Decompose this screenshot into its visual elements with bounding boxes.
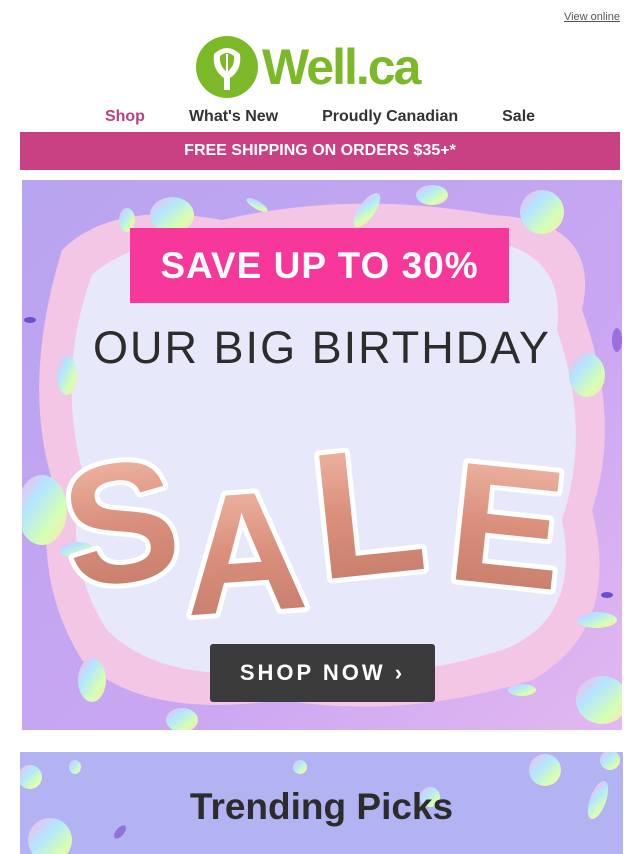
nav-item-sale[interactable]: Sale bbox=[502, 108, 535, 128]
nav-item-proudly-canadian[interactable]: Proudly Canadian bbox=[322, 108, 458, 128]
nav-item-whats-new[interactable]: What's New bbox=[189, 108, 278, 128]
tulip-logo-icon bbox=[196, 36, 258, 98]
save-up-to-30-badge: SAVE UP TO 30% bbox=[130, 228, 509, 303]
view-online-link[interactable]: View online bbox=[564, 11, 620, 23]
svg-text:L: L bbox=[303, 407, 433, 618]
svg-text:E: E bbox=[441, 426, 574, 627]
logo-wordmark: Well.ca bbox=[262, 39, 421, 95]
trending-picks-section: Trending Picks bbox=[20, 752, 623, 854]
birthday-sale-hero-banner[interactable]: S A L E SAVE UP TO 30% OUR BIG BIRTHDAY … bbox=[22, 180, 622, 730]
svg-text:A: A bbox=[176, 454, 312, 652]
nav-item-shop[interactable]: Shop bbox=[105, 108, 145, 128]
big-birthday-headline: OUR BIG BIRTHDAY bbox=[93, 322, 551, 373]
well-ca-logo[interactable]: Well.ca bbox=[194, 32, 454, 102]
shop-now-button[interactable]: SHOP NOW › bbox=[210, 644, 435, 702]
main-nav: Shop What's New Proudly Canadian Sale bbox=[0, 108, 640, 128]
free-shipping-banner[interactable]: FREE SHIPPING ON ORDERS $35+* bbox=[20, 132, 620, 170]
trending-picks-title: Trending Picks bbox=[189, 786, 454, 827]
